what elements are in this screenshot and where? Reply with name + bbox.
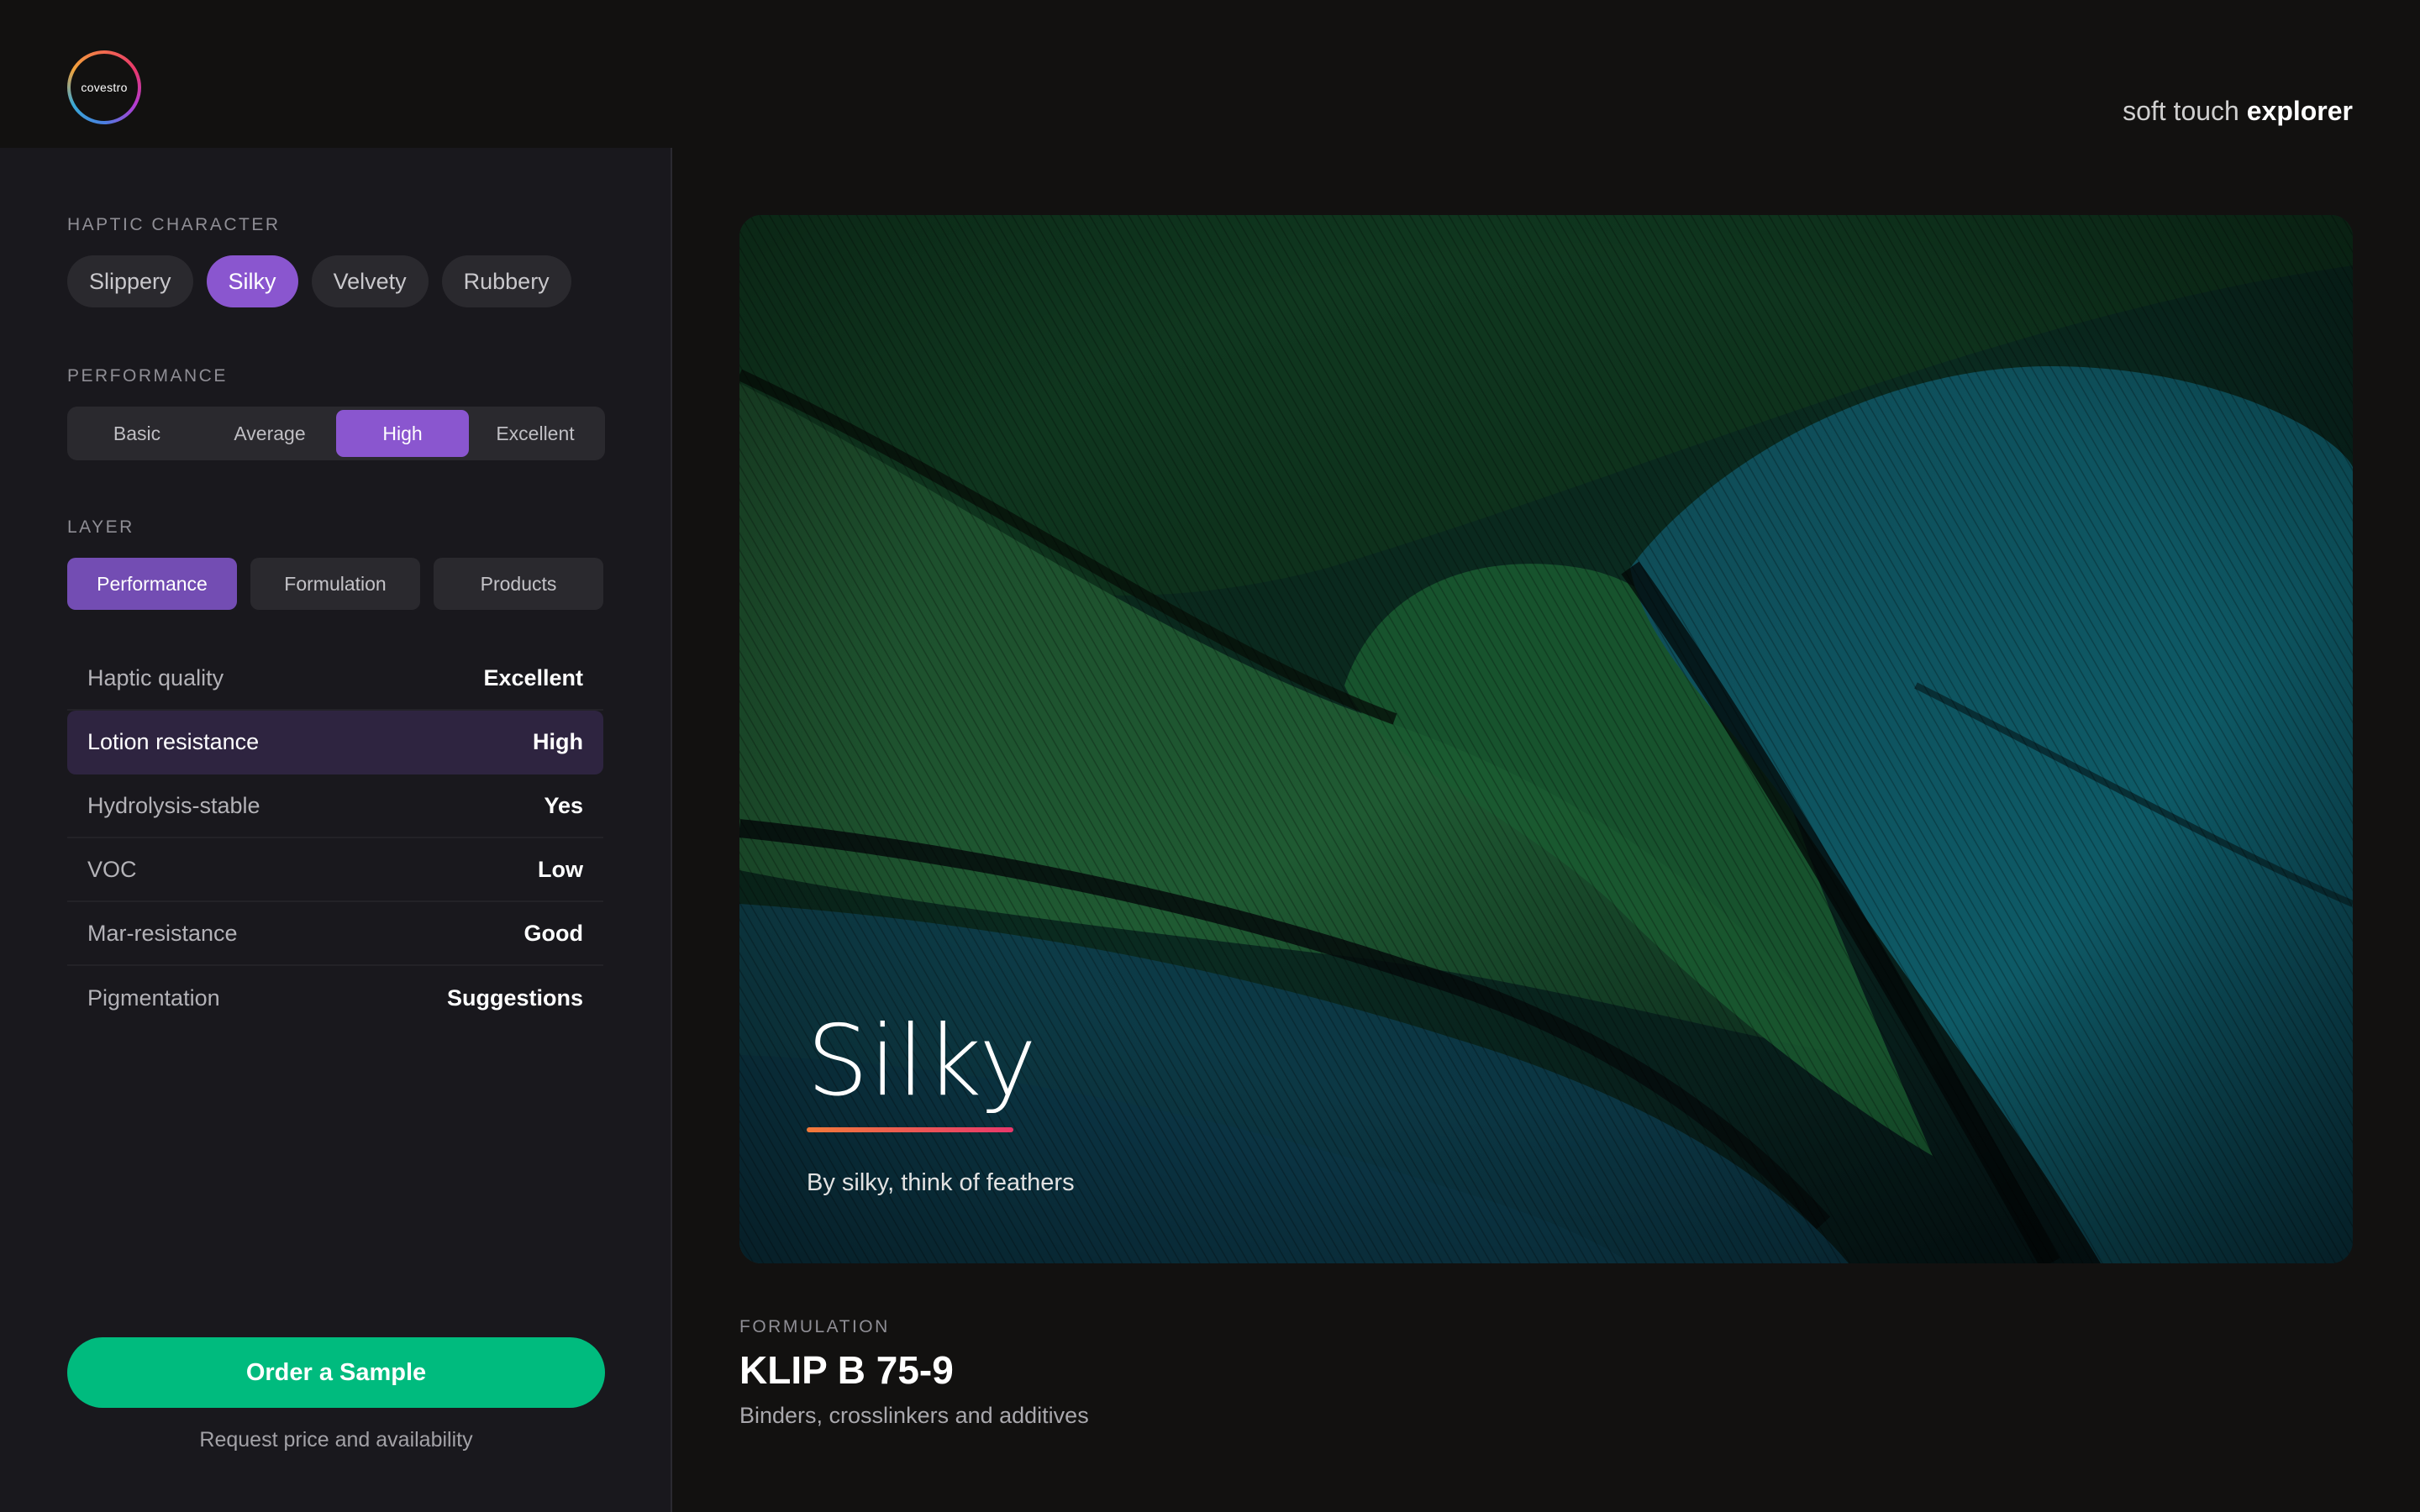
haptic-character-label: HAPTIC CHARACTER <box>67 215 281 234</box>
chip-rubbery[interactable]: Rubbery <box>441 255 571 307</box>
order-subtext: Request price and availability <box>199 1428 473 1452</box>
property-row-voc[interactable]: VOC Low <box>67 838 603 902</box>
property-value: Low <box>538 856 583 882</box>
property-row-hydrolysis-stable[interactable]: Hydrolysis-stable Yes <box>67 774 603 838</box>
performance-properties: Haptic quality Excellent Lotion resistan… <box>67 647 603 1030</box>
property-label: Mar-resistance <box>87 920 238 946</box>
property-label: VOC <box>87 856 137 882</box>
performance-average[interactable]: Average <box>203 410 336 457</box>
formulation-name: KLIP B 75-9 <box>739 1348 954 1392</box>
property-value: High <box>533 728 583 754</box>
app-title-bold: explorer <box>2246 96 2353 126</box>
tab-formulation[interactable]: Formulation <box>250 558 420 610</box>
performance-high[interactable]: High <box>336 410 469 457</box>
performance-excellent[interactable]: Excellent <box>469 410 602 457</box>
property-row-pigmentation[interactable]: Pigmentation Suggestions <box>67 966 603 1030</box>
hero-title: Silky <box>807 1005 1038 1118</box>
formulation-label: FORMULATION <box>739 1317 890 1336</box>
property-value: Good <box>523 920 583 946</box>
hero-image: Silky By silky, think of feathers <box>739 215 2353 1263</box>
property-value: Yes <box>544 792 583 818</box>
performance-label: PERFORMANCE <box>67 366 228 386</box>
layer-label: LAYER <box>67 517 134 537</box>
app-title-light: soft touch <box>2123 96 2239 126</box>
property-label: Haptic quality <box>87 664 224 690</box>
property-value: Excellent <box>483 664 583 690</box>
tab-products[interactable]: Products <box>434 558 603 610</box>
property-row-lotion-resistance[interactable]: Lotion resistance High <box>67 711 603 774</box>
logo-text: covestro <box>71 54 138 121</box>
haptic-character-chips: Slippery Silky Velvety Rubbery <box>67 255 571 307</box>
tab-performance[interactable]: Performance <box>67 558 237 610</box>
performance-basic[interactable]: Basic <box>71 410 203 457</box>
property-label: Hydrolysis-stable <box>87 792 260 818</box>
property-label: Pigmentation <box>87 984 220 1011</box>
covestro-logo[interactable]: covestro <box>67 50 141 124</box>
hero-caption: By silky, think of feathers <box>807 1169 1075 1196</box>
chip-slippery[interactable]: Slippery <box>67 255 193 307</box>
header: covestro soft touch explorer <box>0 0 2420 148</box>
property-label: Lotion resistance <box>87 728 260 754</box>
performance-segmented-control: Basic Average High Excellent <box>67 407 605 460</box>
property-row-mar-resistance[interactable]: Mar-resistance Good <box>67 902 603 966</box>
order-sample-button[interactable]: Order a Sample <box>67 1337 605 1408</box>
property-row-haptic-quality[interactable]: Haptic quality Excellent <box>67 647 603 711</box>
app-title: soft touch explorer <box>2123 96 2353 127</box>
chip-velvety[interactable]: Velvety <box>311 255 429 307</box>
layer-tabs: Performance Formulation Products <box>67 558 603 610</box>
chip-silky[interactable]: Silky <box>206 255 298 307</box>
hero-title-underline <box>807 1127 1013 1132</box>
formulation-description: Binders, crosslinkers and additives <box>739 1403 1089 1428</box>
property-value: Suggestions <box>446 984 583 1011</box>
